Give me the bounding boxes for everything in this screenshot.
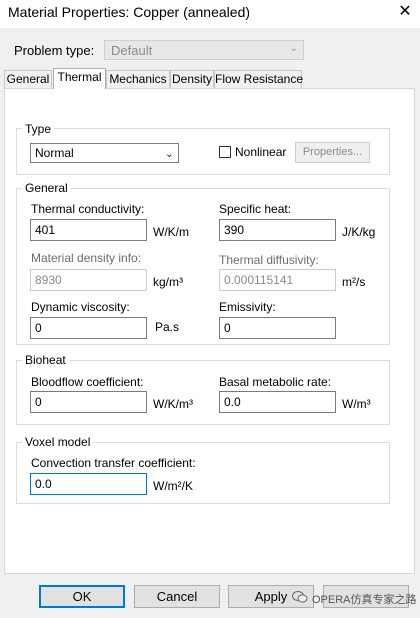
convection-coefficient-input[interactable]: 0.0 (30, 473, 147, 495)
basal-metabolic-rate-unit: W/m³ (342, 397, 371, 411)
emissivity-input[interactable]: 0 (219, 317, 336, 339)
chevron-down-icon: ⌄ (289, 43, 298, 54)
title-bar: Material Properties: Copper (annealed) ✕ (0, 0, 420, 28)
thermal-diffusivity-label: Thermal diffusivity: (219, 253, 319, 267)
bloodflow-label: Bloodflow coefficient: (31, 375, 144, 389)
thermal-conductivity-label: Thermal conductivity: (31, 202, 145, 216)
material-density-input: 8930 (30, 269, 147, 291)
tab-thermal[interactable]: Thermal (53, 68, 106, 89)
general-group-title: General (22, 181, 71, 195)
type-select[interactable]: Normal ⌄ (30, 143, 179, 163)
tab-flow-resistance[interactable]: Flow Resistance (214, 70, 303, 88)
bloodflow-input[interactable]: 0 (30, 391, 147, 413)
watermark-text: OPERA仿真专家之路 (312, 594, 417, 606)
ok-button[interactable]: OK (39, 585, 125, 608)
dynamic-viscosity-unit: Pa.s (155, 320, 180, 334)
thermal-diffusivity-input: 0.000115141 (219, 269, 336, 291)
thermal-conductivity-unit: W/K/m (153, 225, 189, 239)
voxel-model-group-title: Voxel model (22, 435, 94, 449)
type-select-value: Normal (35, 146, 74, 160)
basal-metabolic-rate-input[interactable]: 0.0 (219, 391, 336, 413)
basal-metabolic-rate-label: Basal metabolic rate: (219, 375, 332, 389)
specific-heat-label: Specific heat: (219, 202, 292, 216)
specific-heat-unit: J/K/kg (342, 225, 376, 239)
bloodflow-unit: W/K/m³ (153, 397, 193, 411)
problem-type-value: Default (111, 43, 153, 58)
emissivity-label: Emissivity: (219, 300, 276, 314)
window-title: Material Properties: Copper (annealed) (8, 4, 251, 20)
thermal-diffusivity-unit: m²/s (342, 275, 366, 289)
dynamic-viscosity-label: Dynamic viscosity: (31, 300, 130, 314)
tab-general[interactable]: General (4, 70, 52, 88)
chevron-down-icon: ⌄ (164, 148, 174, 160)
problem-type-label: Problem type: (14, 43, 95, 58)
thermal-conductivity-input[interactable]: 401 (30, 219, 147, 241)
specific-heat-input[interactable]: 390 (219, 219, 336, 241)
problem-type-select: Default ⌄ (104, 40, 304, 60)
wechat-icon (292, 591, 308, 603)
type-group-title: Type (22, 122, 55, 136)
tab-mechanics[interactable]: Mechanics (106, 70, 170, 88)
material-density-label: Material density info: (31, 251, 142, 265)
tab-density[interactable]: Density (170, 70, 214, 88)
material-density-unit: kg/m³ (153, 275, 183, 289)
dynamic-viscosity-input[interactable]: 0 (30, 317, 147, 339)
convection-coefficient-label: Convection transfer coefficient: (31, 456, 196, 470)
convection-coefficient-unit: W/m²/K (153, 479, 193, 493)
bioheat-group-title: Bioheat (22, 353, 69, 367)
nonlinear-label: Nonlinear (235, 145, 287, 159)
close-icon[interactable]: ✕ (396, 3, 414, 21)
properties-button: Properties... (295, 142, 370, 163)
cancel-button[interactable]: Cancel (134, 585, 220, 608)
nonlinear-checkbox[interactable] (219, 146, 231, 158)
